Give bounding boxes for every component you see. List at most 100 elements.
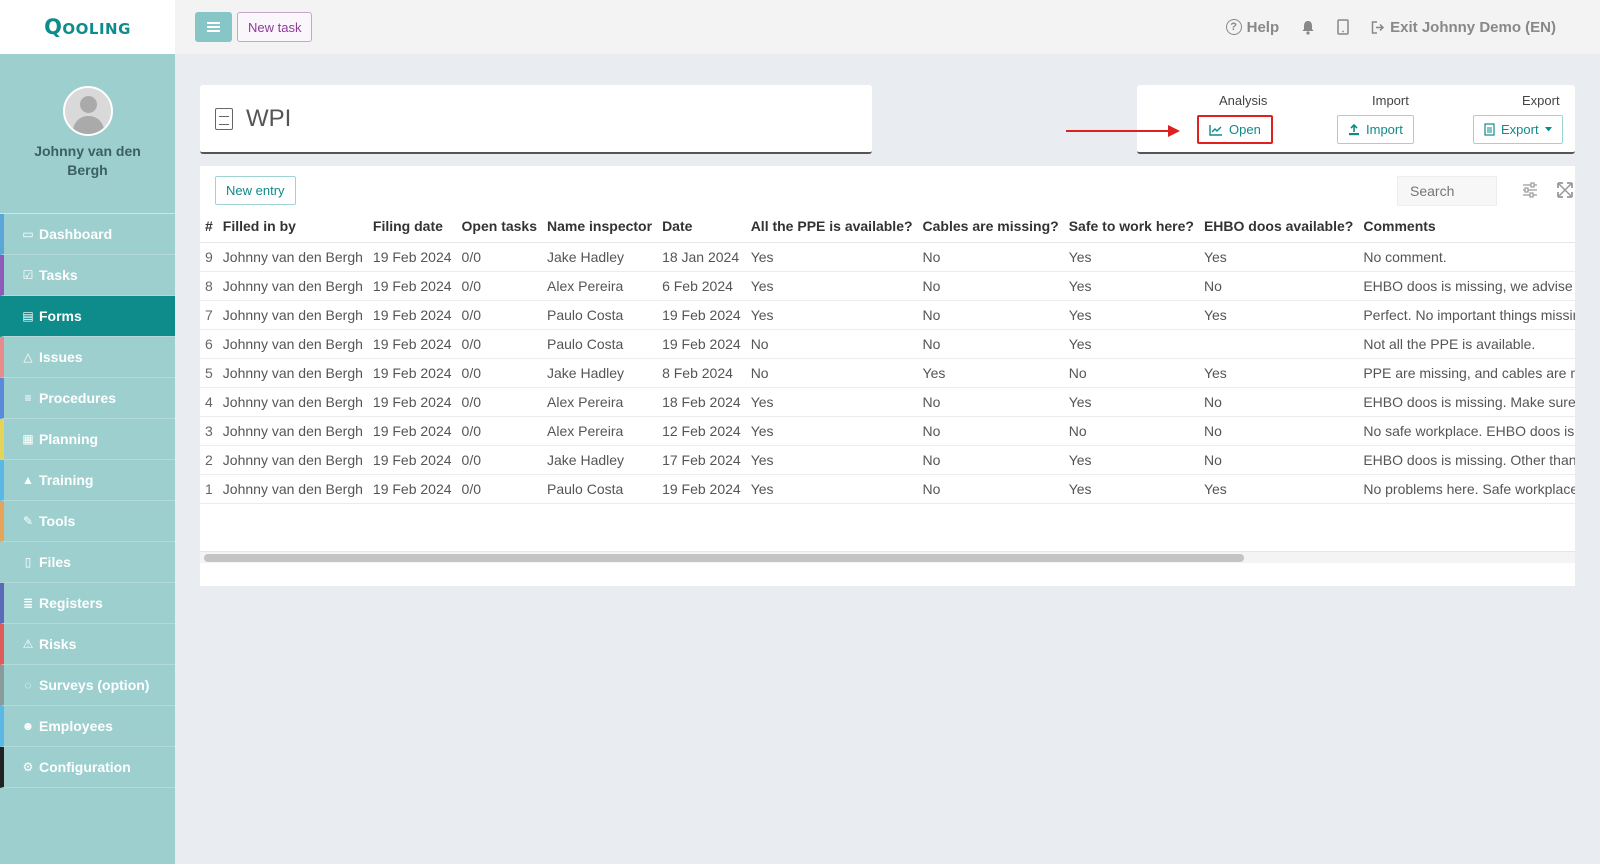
sidebar-item-risks[interactable]: ⚠ Risks [0,624,175,665]
table-cell: No [1063,358,1199,388]
table-cell: Johnny van den Bergh [217,329,368,359]
notifications-button[interactable] [1301,20,1315,35]
sidebar-item-tools[interactable]: ✎ Tools [0,501,175,542]
column-header[interactable]: Date [657,211,746,243]
search-input[interactable] [1397,176,1497,206]
column-header[interactable]: Cables are missing? [917,211,1064,243]
table-cell: Yes [1063,329,1199,359]
table-row[interactable]: 9 Johnny van den Bergh 19 Feb 2024 0/0 Jake … [200,242,1575,272]
table-cell: PPE are missing, and cables are missing … [1358,358,1575,388]
table-cell: Yes [1063,387,1199,417]
sidebar-item-label: Dashboard [39,226,113,242]
table-cell: No [917,387,1064,417]
table-cell: No [917,416,1064,446]
open-analysis-button[interactable]: Open [1197,115,1273,144]
sidebar-item-label: Registers [39,595,103,611]
sidebar-item-label: Procedures [39,390,117,406]
list-icon: ≡ [24,391,32,405]
table-cell: Yes [1198,474,1359,504]
entries-table: # Filled in by Filing date Open tasks Name i… [200,211,1575,504]
analysis-label: Analysis [1219,93,1268,108]
warning-icon: ⚠ [22,637,34,651]
help-link[interactable]: ? Help [1225,19,1279,36]
sidebar-item-label: Issues [39,349,83,365]
column-header[interactable]: Name inspector [542,211,658,243]
table-cell: 19 Feb 2024 [367,445,457,475]
sidebar-item-label: Files [39,554,71,570]
new-entry-button[interactable]: New entry [215,176,296,205]
table-cell: No [1198,387,1359,417]
table-cell: 18 Feb 2024 [657,387,746,417]
column-header[interactable]: Comments [1358,211,1575,243]
export-button-label: Export [1501,122,1539,137]
column-header[interactable]: EHBO doos available? [1198,211,1359,243]
export-dropdown-button[interactable]: Export [1473,115,1563,144]
column-header[interactable]: Open tasks [456,211,543,243]
table-cell: No [917,445,1064,475]
sidebar-item-forms[interactable]: ▤ Forms [0,296,175,337]
table-cell: Johnny van den Bergh [217,387,368,417]
import-button[interactable]: Import [1337,115,1414,144]
table-cell: Yes [1063,300,1199,330]
annotation-arrow [1066,125,1180,137]
users-icon: ☻ [21,719,35,733]
sidebar-item-label: Risks [39,636,77,652]
table-row[interactable]: 1 Johnny van den Bergh 19 Feb 2024 0/0 Paulo… [200,474,1575,504]
table-row[interactable]: 3 Johnny van den Bergh 19 Feb 2024 0/0 Alex … [200,416,1575,446]
table-cell: Alex Pereira [542,387,658,417]
logo-container[interactable]: Qooling [0,0,175,54]
sidebar-item-planning[interactable]: ▦ Planning [0,419,175,460]
scrollbar-thumb[interactable] [204,554,1244,562]
table-cell: Johnny van den Bergh [217,474,368,504]
sidebar-item-configuration[interactable]: ⚙ Configuration [0,747,175,788]
column-header[interactable]: Filled in by [217,211,368,243]
table-cell: Yes [1063,242,1199,272]
table-cell: 4 [200,387,218,417]
sidebar-item-surveys-option[interactable]: ◌ Surveys (option) [0,665,175,706]
table-cell: 0/0 [456,387,543,417]
sidebar-item-registers[interactable]: ≣ Registers [0,583,175,624]
column-header[interactable]: Filing date [367,211,457,243]
sidebar-item-training[interactable]: ▲ Training [0,460,175,501]
column-header[interactable]: Safe to work here? [1063,211,1199,243]
table-cell: No [1198,271,1359,301]
device-button[interactable] [1337,19,1349,35]
column-header[interactable]: All the PPE is available? [745,211,918,243]
horizontal-scrollbar[interactable] [200,551,1575,563]
table-cell: 0/0 [456,242,543,272]
table-cell: No [917,474,1064,504]
table-cell: No [917,300,1064,330]
table-row[interactable]: 4 Johnny van den Bergh 19 Feb 2024 0/0 Alex … [200,387,1575,417]
monitor-icon: ▭ [22,227,34,241]
table-cell: Not all the PPE is available. [1358,329,1575,359]
sidebar-item-files[interactable]: ▯ Files [0,542,175,583]
table-header-row: # Filled in by Filing date Open tasks Name i… [200,211,1575,243]
sidebar-item-tasks[interactable]: ☑ Tasks [0,255,175,296]
table-cell: 3 [200,416,218,446]
sidebar-item-dashboard[interactable]: ▭ Dashboard [0,214,175,255]
table-cell: Yes [745,271,918,301]
table-row[interactable]: 2 Johnny van den Bergh 19 Feb 2024 0/0 Jake … [200,445,1575,475]
table-row[interactable]: 8 Johnny van den Bergh 19 Feb 2024 0/0 Alex … [200,271,1575,301]
sidebar-item-issues[interactable]: △ Issues [0,337,175,378]
graduation-cap-icon: ▲ [22,473,34,487]
sliders-icon[interactable] [1522,182,1538,198]
calendar-icon: ▦ [22,432,34,446]
user-profile[interactable]: Johnny van den Bergh [0,54,175,214]
table-cell: No [1063,416,1199,446]
table-cell: 19 Feb 2024 [657,474,746,504]
table-cell: Johnny van den Bergh [217,416,368,446]
new-task-button[interactable]: New task [237,12,313,42]
table-row[interactable]: 5 Johnny van den Bergh 19 Feb 2024 0/0 Jake … [200,358,1575,388]
table-cell: 7 [200,300,218,330]
column-header[interactable]: # [200,211,218,243]
table-cell: 19 Feb 2024 [657,300,746,330]
table-row[interactable]: 7 Johnny van den Bergh 19 Feb 2024 0/0 Paulo… [200,300,1575,330]
page-title: WPI [246,104,292,132]
table-row[interactable]: 6 Johnny van den Bergh 19 Feb 2024 0/0 Paulo… [200,329,1575,359]
sidebar-item-employees[interactable]: ☻ Employees [0,706,175,747]
sidebar-item-procedures[interactable]: ≡ Procedures [0,378,175,419]
menu-toggle-button[interactable] [195,12,232,42]
exit-demo-link[interactable]: Exit Johnny Demo (EN) [1371,19,1556,36]
expand-icon[interactable] [1557,182,1573,198]
